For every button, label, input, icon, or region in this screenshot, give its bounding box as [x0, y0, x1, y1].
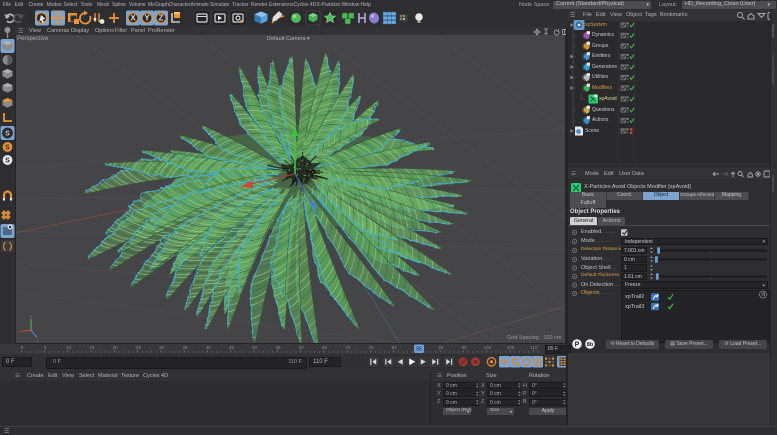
- svg-text:Y: Y: [30, 314, 33, 319]
- svg-text:x: x: [18, 329, 20, 334]
- svg-text:z: z: [37, 338, 39, 343]
